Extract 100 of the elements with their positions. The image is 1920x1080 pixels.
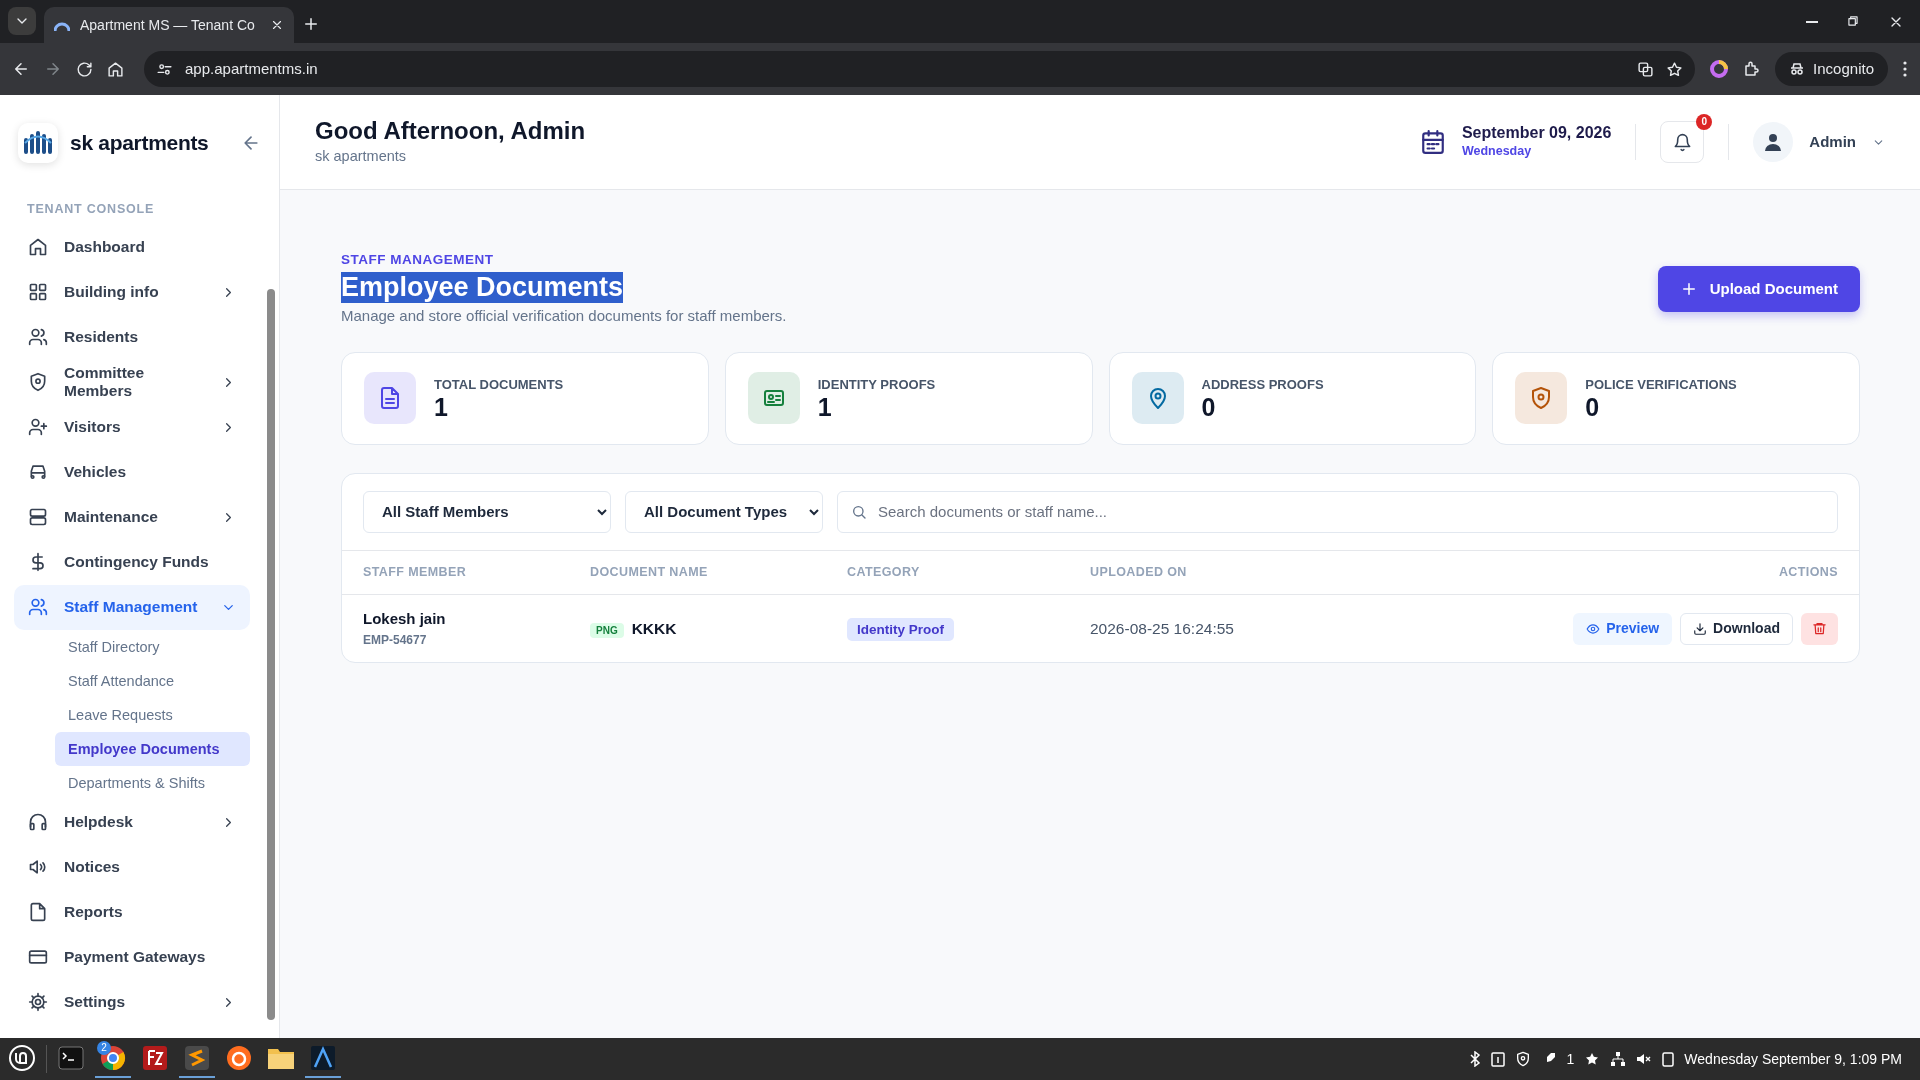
column-header: CATEGORY <box>847 565 920 580</box>
sidebar-item[interactable]: Staff Management <box>14 584 250 630</box>
headphones-icon <box>28 812 48 833</box>
file-icon <box>28 902 48 923</box>
greeting: Good Afternoon, Admin <box>315 116 587 146</box>
avatar[interactable] <box>1753 122 1794 162</box>
folder-icon <box>267 1046 295 1070</box>
download-icon <box>1693 621 1708 636</box>
column-header: UPLOADED ON <box>1090 565 1187 580</box>
stat-label: ADDRESS PROOFS <box>1201 375 1324 394</box>
sidebar-item[interactable]: Building info <box>14 269 250 315</box>
section-title: TENANT CONSOLE <box>26 201 156 218</box>
stat-label: TOTAL DOCUMENTS <box>434 375 564 394</box>
file-type-tag: PNG <box>590 622 624 638</box>
column-header: DOCUMENT NAME <box>590 565 708 580</box>
gear-icon <box>28 992 48 1013</box>
trash-icon <box>1812 621 1827 637</box>
new-tab-icon <box>302 15 320 33</box>
forward-icon <box>44 60 62 78</box>
stat-value: 1 <box>434 394 449 422</box>
sidebar-item[interactable]: Helpdesk <box>14 799 250 845</box>
page-title: Employee Documents <box>341 272 624 304</box>
delete-button[interactable] <box>1801 612 1838 645</box>
document-type-select[interactable]: All Document Types <box>625 490 823 533</box>
stacked-panels-icon <box>28 507 48 528</box>
upload-document-button[interactable]: Upload Document <box>1657 265 1860 312</box>
home-icon <box>107 60 124 78</box>
battery-icon[interactable] <box>1662 1051 1675 1067</box>
users-icon <box>28 597 48 618</box>
sidebar-item[interactable]: Settings <box>14 979 250 1025</box>
url-text: app.apartmentms.in <box>185 58 319 79</box>
stat-label: POLICE VERIFICATIONS <box>1585 375 1737 394</box>
submenu-item[interactable]: Leave Requests <box>55 697 250 732</box>
bluetooth-icon[interactable] <box>1468 1051 1481 1067</box>
submenu-item[interactable]: Departments & Shifts <box>55 765 250 800</box>
home-icon <box>28 237 48 258</box>
colorful-ring-icon <box>1709 59 1730 79</box>
logo-icon <box>18 122 58 163</box>
notification-count: 0 <box>1696 114 1713 130</box>
stat-value: 1 <box>817 394 833 422</box>
clipboard-icon[interactable] <box>1490 1051 1505 1067</box>
back-icon <box>12 60 30 78</box>
close-icon <box>270 18 284 32</box>
staff-filter-select[interactable]: All Staff Members <box>363 490 611 533</box>
terminal-icon <box>58 1046 84 1070</box>
shield-icon <box>1514 1051 1531 1067</box>
window-count-badge: 2 <box>97 1041 111 1055</box>
stat-value: 0 <box>1201 394 1217 422</box>
restore-icon <box>1846 13 1860 28</box>
muted-speaker-icon[interactable] <box>1636 1051 1653 1067</box>
sidebar-item[interactable]: Contingency Funds <box>14 539 250 585</box>
sidebar-item[interactable]: Payment Gateways <box>14 934 250 980</box>
submenu-item[interactable]: Staff Attendance <box>55 663 250 698</box>
incognito-icon <box>1789 61 1806 77</box>
sidebar-item[interactable]: Notices <box>14 844 250 890</box>
download-button[interactable]: Download <box>1680 612 1793 645</box>
sidebar-item[interactable]: Dashboard <box>14 224 250 270</box>
sidebar-item[interactable]: Visitors <box>14 404 250 450</box>
sidebar-item[interactable]: Committee Members <box>14 359 250 405</box>
sidebar-item[interactable]: Residents <box>14 314 250 360</box>
category-tag: Identity Proof <box>847 617 954 641</box>
column-header: ACTIONS <box>1778 565 1838 580</box>
incognito-label: Incognito <box>1813 58 1874 79</box>
submenu-item[interactable]: Employee Documents <box>55 731 250 766</box>
calendar-icon <box>1419 129 1446 155</box>
user-plus-icon <box>28 417 48 438</box>
menu-icon[interactable] <box>1902 60 1908 78</box>
triangle-app-icon <box>310 1045 336 1071</box>
column-header: STAFF MEMBER <box>363 565 467 580</box>
preview-button[interactable]: Preview <box>1573 612 1673 645</box>
fox-icon <box>226 1045 252 1071</box>
users-icon <box>28 327 48 348</box>
address-bar[interactable]: app.apartmentms.in <box>144 51 1696 87</box>
stat-label: IDENTITY PROOFS <box>817 375 936 394</box>
tab-list-button[interactable] <box>8 7 36 35</box>
star-icon[interactable] <box>1584 1051 1601 1067</box>
minimize-icon[interactable] <box>1806 20 1818 23</box>
sidebar-item[interactable]: Vehicles <box>14 449 250 495</box>
upload-time: 2026-08-25 16:24:55 <box>1090 619 1234 637</box>
user-name[interactable]: Admin <box>1809 130 1856 154</box>
document-name: KKKK <box>631 619 677 637</box>
network-icon[interactable] <box>1610 1051 1627 1067</box>
shield-icon <box>28 372 48 393</box>
notification-count: 1 <box>1566 1049 1575 1069</box>
user-icon <box>1763 132 1784 152</box>
translate-icon <box>1637 60 1655 78</box>
browser-tab[interactable]: Apartment MS — Tenant Co <box>44 7 294 43</box>
staff-name: Lokesh jain <box>363 609 447 630</box>
page-description: Manage and store official verification documents for staff members. <box>341 306 788 327</box>
taskbar-app[interactable]: 2 <box>95 1040 131 1078</box>
submenu-item[interactable]: Staff Directory <box>55 629 250 664</box>
weekday: Wednesday <box>1461 143 1533 161</box>
sidebar-item[interactable]: Maintenance <box>14 494 250 540</box>
employee-id: EMP-54677 <box>363 631 428 649</box>
sidebar-item[interactable]: Reports <box>14 889 250 935</box>
eye-icon <box>1586 621 1601 636</box>
incognito-indicator[interactable]: Incognito <box>1775 52 1888 86</box>
search-field[interactable]: Search documents or staff name... <box>837 490 1838 533</box>
reload-icon <box>76 60 93 78</box>
clock[interactable]: Wednesday September 9, 1:09 PM <box>1684 1048 1902 1070</box>
